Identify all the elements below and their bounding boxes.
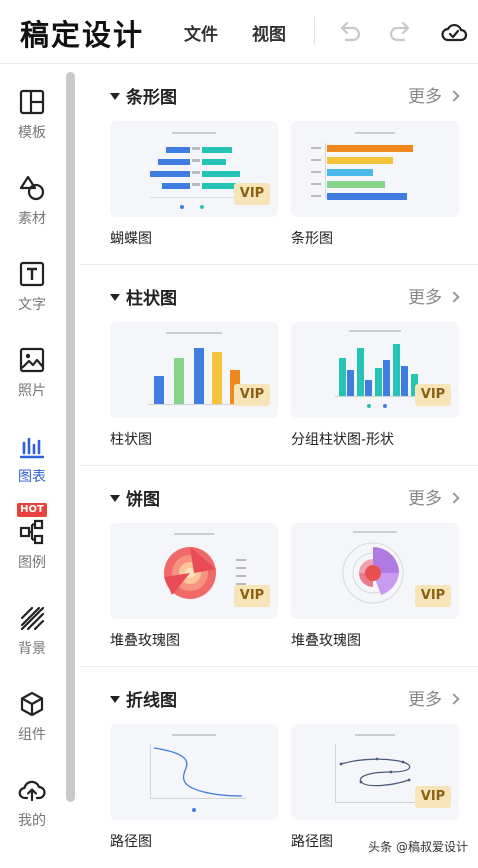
watermark-text: 头条 @稿叔爱设计 (368, 840, 468, 854)
bar-chart-icon (19, 437, 45, 459)
sidebar-item-template[interactable]: 模板 (0, 89, 64, 169)
template-card-path-1[interactable] (110, 724, 278, 820)
template-card-label[interactable]: 柱状图 (110, 429, 152, 449)
text-icon (19, 261, 45, 287)
sidebar-item-photo[interactable]: 照片 (0, 347, 64, 427)
sidebar-item-label: 照片 (18, 383, 46, 399)
section-title[interactable]: 条形图 (110, 83, 177, 108)
sidebar-item-label: 文字 (18, 297, 46, 313)
menu-file[interactable]: 文件 (184, 20, 218, 45)
hot-badge: HOT (17, 503, 47, 517)
template-card-label[interactable]: 条形图 (291, 228, 333, 248)
toolbar-divider (314, 17, 315, 45)
template-layout-icon (19, 89, 45, 115)
more-link[interactable]: 更多 (408, 685, 460, 710)
sidebar-scrollbar[interactable] (66, 72, 75, 802)
vip-badge: VIP (234, 183, 270, 205)
collapse-triangle-icon (110, 293, 120, 301)
menu-view[interactable]: 视图 (252, 20, 286, 45)
template-card-label[interactable]: 堆叠玫瑰图 (110, 630, 180, 650)
more-link-text: 更多 (408, 489, 442, 509)
stripes-background-icon (20, 606, 45, 631)
section-title-text: 条形图 (126, 88, 177, 108)
more-link-text: 更多 (408, 87, 442, 107)
collapse-triangle-icon (110, 92, 120, 100)
template-card-path-2[interactable]: VIP (291, 724, 459, 820)
collapse-triangle-icon (110, 695, 120, 703)
template-card-label[interactable]: 蝴蝶图 (110, 228, 152, 248)
sidebar-item-label: 素材 (18, 211, 46, 227)
sidebar-item-label: 我的 (18, 813, 46, 829)
more-link-text: 更多 (408, 690, 442, 710)
vip-badge: VIP (234, 384, 270, 406)
cloud-saved-icon[interactable] (440, 18, 468, 46)
template-card-label[interactable]: 分组柱状图-形状 (291, 429, 394, 449)
section-title-text: 折线图 (126, 691, 177, 711)
app-logo[interactable]: 稿定设计 (20, 12, 144, 54)
section-title-text: 饼图 (126, 490, 160, 510)
section-title[interactable]: 饼图 (110, 485, 160, 510)
vip-badge: VIP (415, 786, 451, 808)
section-title-text: 柱状图 (126, 289, 177, 309)
template-card-butterfly[interactable]: VIP (110, 121, 278, 217)
sidebar-item-label: 图表 (18, 469, 46, 485)
sidebar-item-chart[interactable]: 图表 (0, 433, 64, 513)
more-link[interactable]: 更多 (408, 484, 460, 509)
vip-badge: VIP (234, 585, 270, 607)
top-bar: 稿定设计 文件 视图 (0, 0, 478, 64)
template-card-label[interactable]: 路径图 (291, 831, 333, 851)
redo-icon[interactable] (386, 18, 414, 46)
template-card-column[interactable]: VIP (110, 322, 278, 418)
template-card-bar[interactable] (291, 121, 459, 217)
section-column: 柱状图 更多 VIP 柱状图 VIP 分组柱状图-形状 (80, 266, 478, 466)
section-title[interactable]: 柱状图 (110, 284, 177, 309)
photo-icon (19, 347, 45, 373)
sidebar-item-diagram[interactable]: 图例 (0, 519, 64, 599)
chevron-right-icon (448, 90, 460, 102)
template-card-rose-1[interactable]: VIP (110, 523, 278, 619)
sidebar-item-text[interactable]: 文字 (0, 261, 64, 341)
vip-badge: VIP (415, 585, 451, 607)
flow-diagram-icon (19, 519, 44, 545)
cube-icon (20, 691, 44, 717)
chevron-right-icon (448, 492, 460, 504)
more-link-text: 更多 (408, 288, 442, 308)
template-card-rose-2[interactable]: VIP (291, 523, 459, 619)
template-card-label[interactable]: 堆叠玫瑰图 (291, 630, 361, 650)
undo-icon[interactable] (336, 18, 364, 46)
chevron-right-icon (448, 291, 460, 303)
section-pie: 饼图 更多 VIP 堆叠玫瑰图 VIP 堆叠玫瑰图 (80, 467, 478, 667)
cloud-upload-icon (18, 780, 46, 802)
more-link[interactable]: 更多 (408, 82, 460, 107)
sidebar-item-label: 组件 (18, 727, 46, 743)
section-bar: 条形图 更多 VIP 蝴蝶图 条形图 (80, 65, 478, 265)
sidebar-item-mine[interactable]: 我的 (0, 777, 64, 857)
template-card-grouped-column[interactable]: VIP (291, 322, 459, 418)
collapse-triangle-icon (110, 494, 120, 502)
vip-badge: VIP (415, 384, 451, 406)
sidebar-item-label: 模板 (18, 125, 46, 141)
sidebar-item-background[interactable]: 背景 (0, 605, 64, 685)
shapes-icon (19, 175, 45, 201)
section-title[interactable]: 折线图 (110, 686, 177, 711)
sidebar-item-material[interactable]: 素材 (0, 175, 64, 255)
sidebar-item-label: 图例 (18, 555, 46, 571)
path-chart-thumbnail (150, 734, 246, 812)
chevron-right-icon (448, 693, 460, 705)
template-card-label[interactable]: 路径图 (110, 831, 152, 851)
more-link[interactable]: 更多 (408, 283, 460, 308)
sidebar-item-component[interactable]: 组件 (0, 691, 64, 771)
bar-chart-thumbnail (311, 132, 413, 200)
sidebar-item-label: 背景 (18, 641, 46, 657)
